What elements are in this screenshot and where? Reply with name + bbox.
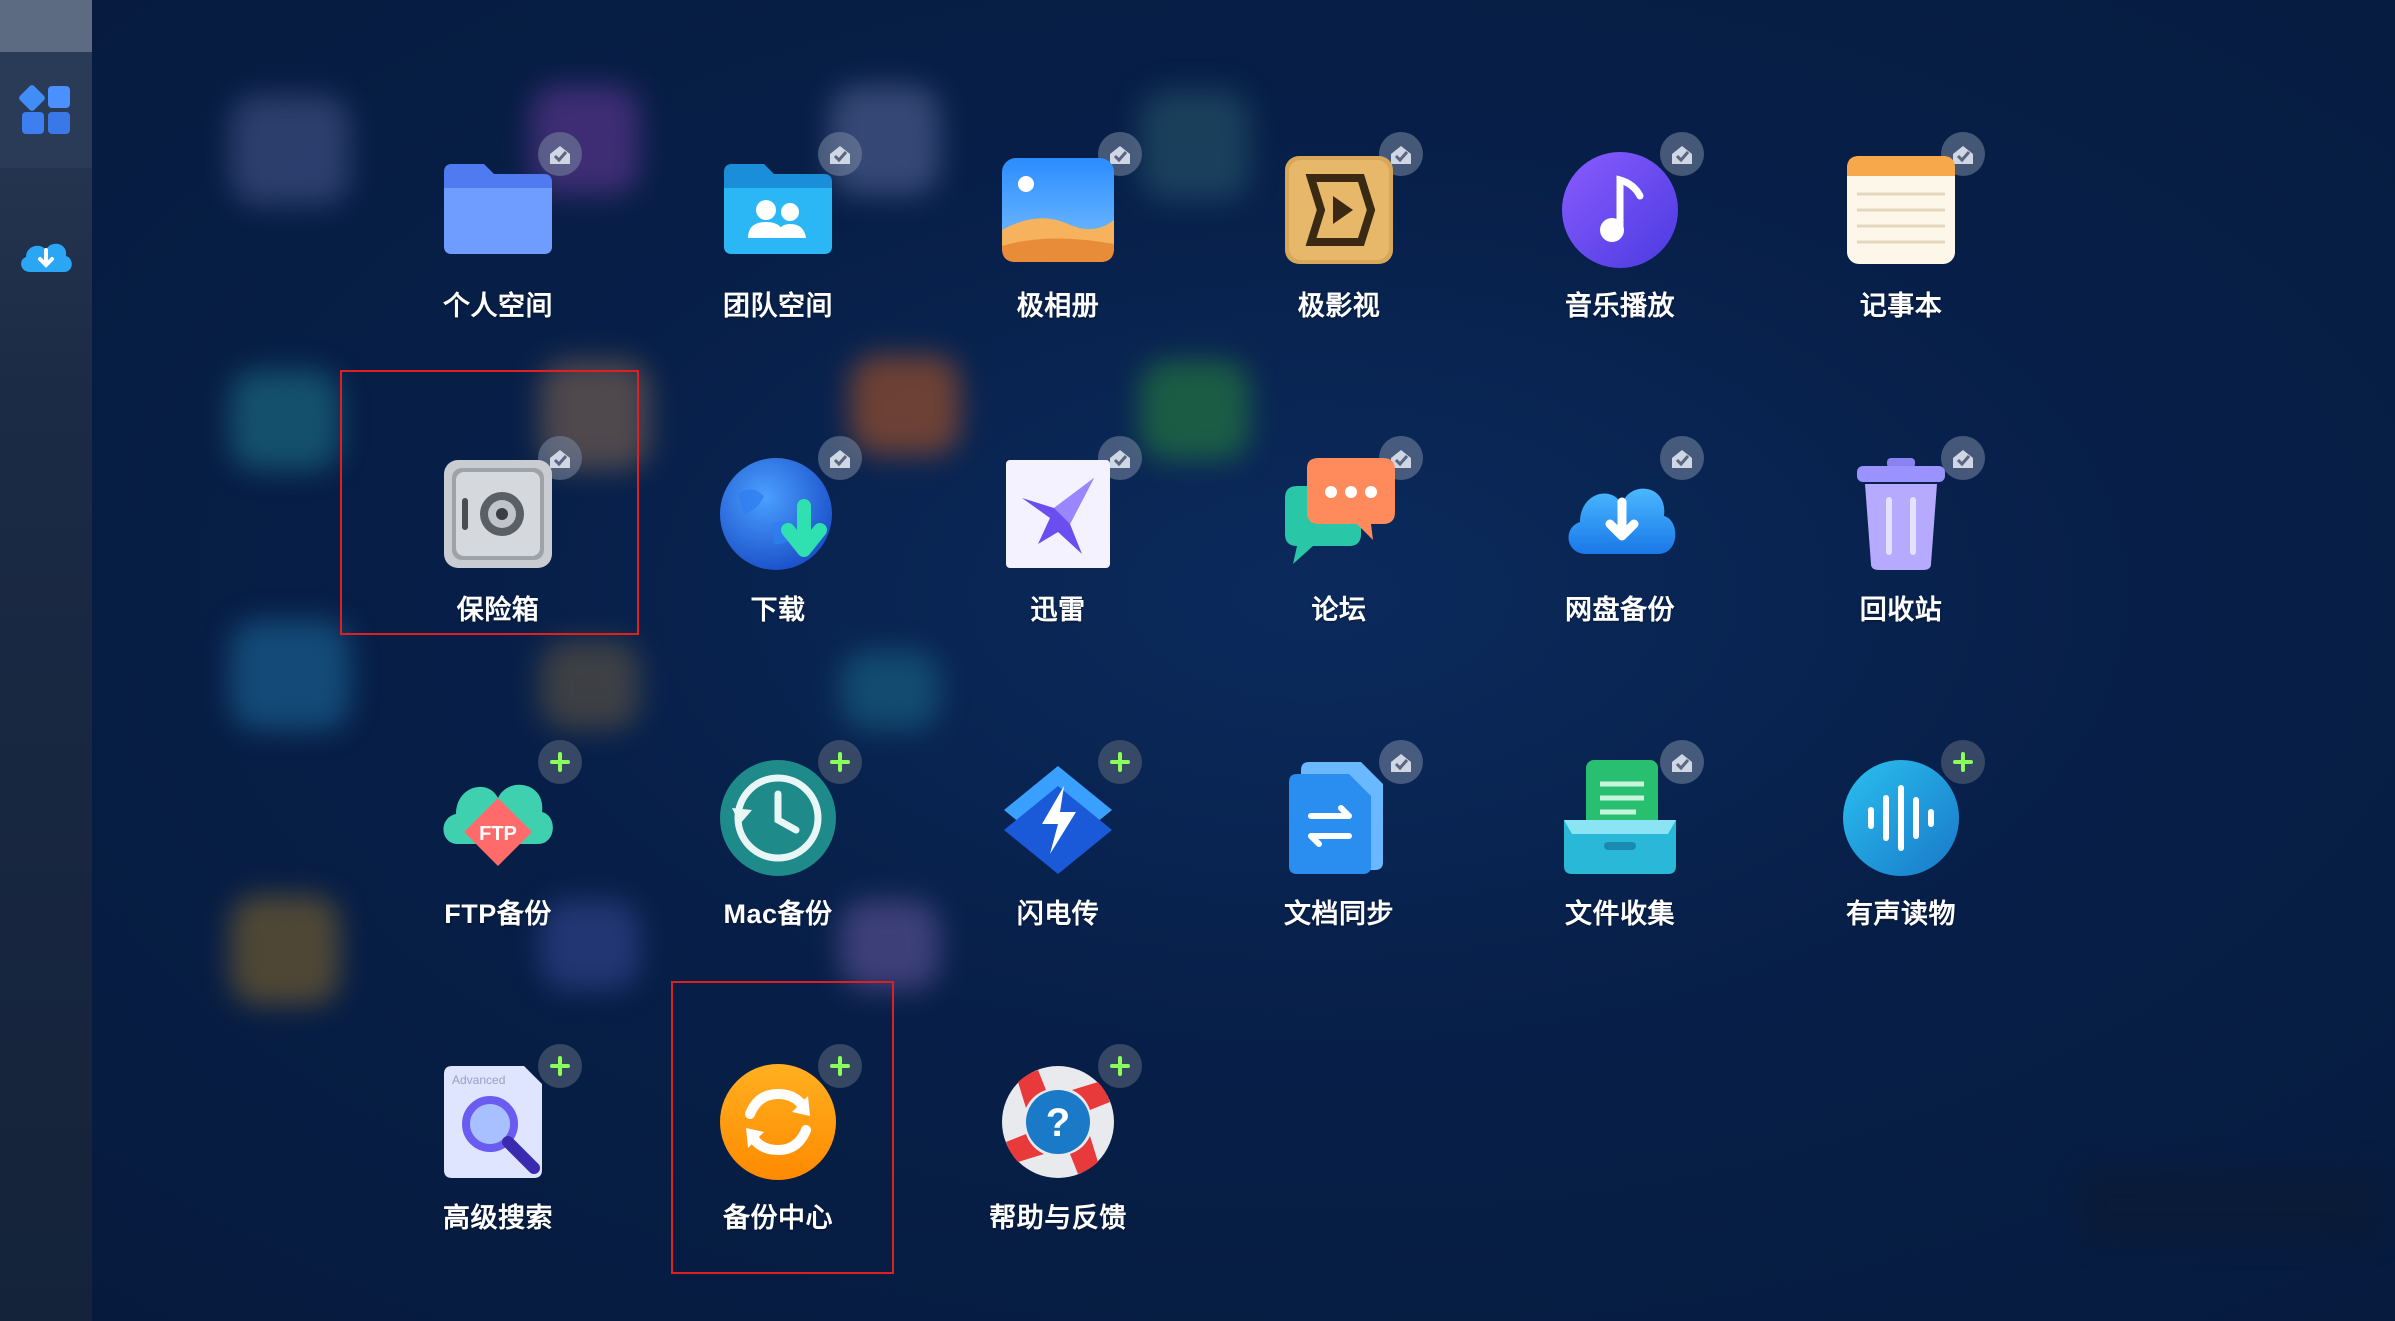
app-label: 极影视: [1297, 291, 1381, 321]
app-forum[interactable]: 论坛: [1239, 414, 1439, 644]
thunder-bird-icon: [1006, 460, 1110, 568]
advanced-icon-text: Advanced: [452, 1073, 505, 1087]
dock-app-grid-button[interactable]: [0, 52, 92, 168]
app-label: 回收站: [1859, 595, 1943, 625]
notepad-icon: [1847, 156, 1955, 264]
app-label: 记事本: [1859, 291, 1943, 321]
app-help-feedback[interactable]: ? 帮助与反馈: [958, 1022, 1158, 1252]
lightning-icon: [1004, 766, 1112, 874]
dock-cloud-download-button[interactable]: [0, 210, 92, 300]
forum-chat-icon: [1285, 458, 1395, 564]
app-label: Mac备份: [723, 899, 833, 929]
advanced-search-icon: Advanced: [444, 1066, 542, 1178]
backup-center-icon: [720, 1064, 836, 1180]
app-thunder[interactable]: 迅雷: [958, 414, 1158, 644]
app-backup-center[interactable]: 备份中心: [678, 1022, 878, 1252]
app-label: 极相册: [1016, 291, 1100, 321]
help-lifebuoy-icon: ?: [1002, 1066, 1114, 1178]
cloud-download-icon: [21, 243, 72, 272]
app-label: 迅雷: [1030, 595, 1086, 625]
video-icon: [1285, 156, 1393, 264]
app-label: 团队空间: [723, 291, 833, 321]
app-ftp-backup[interactable]: FTP FTP备份: [398, 718, 598, 948]
app-mac-backup[interactable]: Mac备份: [678, 718, 878, 948]
app-audiobook[interactable]: 有声读物: [1801, 718, 2001, 948]
app-label: 高级搜索: [443, 1203, 553, 1233]
app-grid-icon: [19, 85, 70, 134]
app-label: 保险箱: [456, 595, 540, 625]
team-folder-icon: [724, 164, 832, 254]
app-label: 闪电传: [1016, 899, 1100, 929]
background-blur: [230, 95, 350, 205]
background-blur: [230, 620, 350, 730]
app-recycle-bin[interactable]: 回收站: [1801, 414, 2001, 644]
app-label: FTP备份: [444, 899, 552, 929]
clock-backup-icon: [720, 760, 836, 876]
app-photo-album[interactable]: 极相册: [958, 110, 1158, 340]
app-flash-transfer[interactable]: 闪电传: [958, 718, 1158, 948]
app-safe-box[interactable]: 保险箱: [398, 414, 598, 644]
doc-sync-icon: [1289, 762, 1383, 874]
app-label: 个人空间: [443, 291, 553, 321]
dock-top-bar: [0, 0, 92, 52]
music-icon: [1562, 152, 1678, 268]
app-team-space[interactable]: 团队空间: [678, 110, 878, 340]
app-label: 帮助与反馈: [989, 1203, 1127, 1233]
background-blur: [540, 640, 640, 730]
app-personal-space[interactable]: 个人空间: [398, 110, 598, 340]
app-doc-sync[interactable]: 文档同步: [1239, 718, 1439, 948]
app-label: 网盘备份: [1565, 595, 1675, 625]
app-label: 文件收集: [1565, 899, 1675, 929]
app-advanced-search[interactable]: Advanced 高级搜索: [398, 1022, 598, 1252]
svg-text:?: ?: [1046, 1101, 1070, 1145]
app-notepad[interactable]: 记事本: [1801, 110, 2001, 340]
file-collect-icon: [1564, 760, 1676, 874]
trash-icon: [1857, 458, 1945, 570]
ftp-icon-text: FTP: [479, 823, 517, 845]
app-label: 备份中心: [723, 1203, 833, 1233]
left-dock: [0, 0, 92, 1321]
app-label: 有声读物: [1846, 899, 1956, 929]
download-globe-icon: [720, 458, 832, 570]
audiobook-icon: [1843, 760, 1959, 876]
app-cloud-backup[interactable]: 网盘备份: [1520, 414, 1720, 644]
cloud-download-icon: [1568, 488, 1676, 554]
app-label: 下载: [750, 595, 806, 625]
photo-album-icon: [1002, 158, 1114, 262]
app-file-collect[interactable]: 文件收集: [1520, 718, 1720, 948]
app-label: 论坛: [1311, 595, 1367, 625]
app-download[interactable]: 下载: [678, 414, 878, 644]
folder-icon: [444, 164, 552, 254]
app-music[interactable]: 音乐播放: [1520, 110, 1720, 340]
app-label: 音乐播放: [1565, 291, 1675, 321]
app-label: 文档同步: [1284, 899, 1394, 929]
background-blur: [2080, 1170, 2380, 1240]
ftp-cloud-icon: FTP: [443, 784, 553, 866]
safe-icon: [444, 460, 552, 568]
background-blur: [230, 895, 340, 1005]
background-blur: [230, 370, 340, 470]
app-video[interactable]: 极影视: [1239, 110, 1439, 340]
